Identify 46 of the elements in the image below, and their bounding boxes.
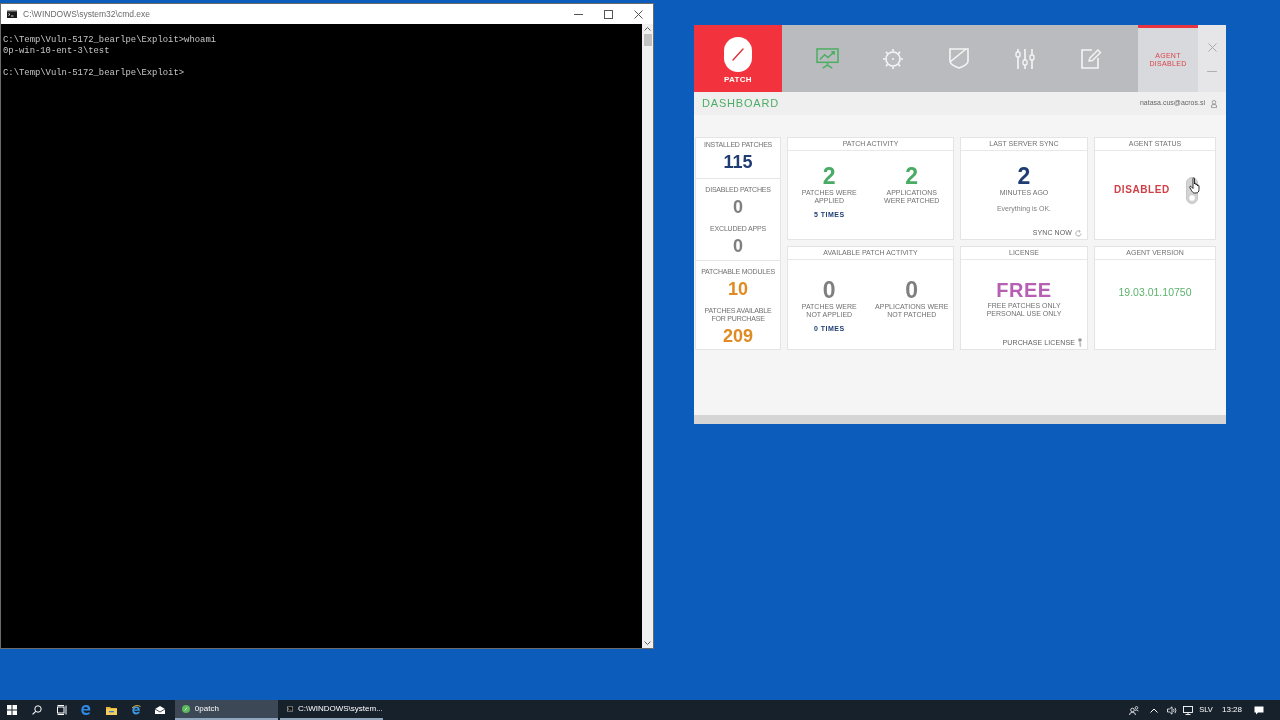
window-title: C:\WINDOWS\system32\cmd.exe <box>23 7 151 21</box>
maximize-icon[interactable] <box>603 9 613 19</box>
console-line: C:\Temp\Vuln-5172_bearlpe\Exploit>whoami <box>3 35 217 46</box>
sync-value: 2 <box>1017 165 1031 188</box>
stat-value: 0 <box>822 279 836 302</box>
minimize-icon[interactable] <box>573 13 583 15</box>
stat-value: 0 <box>733 198 743 216</box>
stat-value: 209 <box>722 327 753 345</box>
start-icon[interactable] <box>7 705 18 715</box>
sliders-icon[interactable] <box>1015 47 1035 70</box>
stat-value: 0 <box>905 279 919 302</box>
pin-icon <box>1078 338 1082 347</box>
people-icon[interactable] <box>1129 705 1139 715</box>
close-icon[interactable] <box>633 9 643 19</box>
logo-text: PATCH <box>724 75 752 85</box>
chevron-up-icon[interactable] <box>1150 707 1158 713</box>
monitor-icon[interactable] <box>1183 705 1193 715</box>
stat-value: 115 <box>723 153 753 171</box>
search-icon[interactable] <box>32 705 43 715</box>
browser-icon[interactable] <box>130 705 141 715</box>
agent-status-value: DISABLED <box>1114 184 1170 196</box>
logo-icon <box>724 37 752 72</box>
taskbar-app-button[interactable]: 0patch <box>174 700 278 720</box>
task-view-icon[interactable] <box>56 705 67 715</box>
app-icon <box>181 705 190 713</box>
scrollbar-thumb[interactable] <box>643 34 652 46</box>
stat-value: 2 <box>822 165 836 188</box>
stat-value: 10 <box>728 280 748 298</box>
refresh-icon <box>1075 229 1082 237</box>
hand-cursor-icon <box>1189 177 1200 194</box>
stat-value: 2 <box>905 165 919 188</box>
browser-icon[interactable] <box>81 705 92 715</box>
console-line: C:\Temp\Vuln-5172_bearlpe\Exploit> <box>3 68 185 79</box>
folder-icon[interactable] <box>105 705 117 715</box>
speaker-icon[interactable] <box>1167 705 1177 715</box>
clock[interactable]: 13:28 <box>1222 704 1242 716</box>
notification-icon[interactable] <box>1254 705 1264 715</box>
page-title: DASHBOARD <box>702 96 779 112</box>
stat-value: 0 <box>733 237 743 255</box>
version-value: 19.03.01.10750 <box>1118 286 1192 298</box>
mail-icon[interactable] <box>155 706 166 714</box>
console-icon <box>286 705 293 713</box>
license-value: FREE <box>996 280 1052 300</box>
console-line: 0p-win-10-ent-3\test <box>3 46 110 57</box>
console-icon <box>7 10 17 18</box>
scrollbar[interactable] <box>642 24 653 648</box>
